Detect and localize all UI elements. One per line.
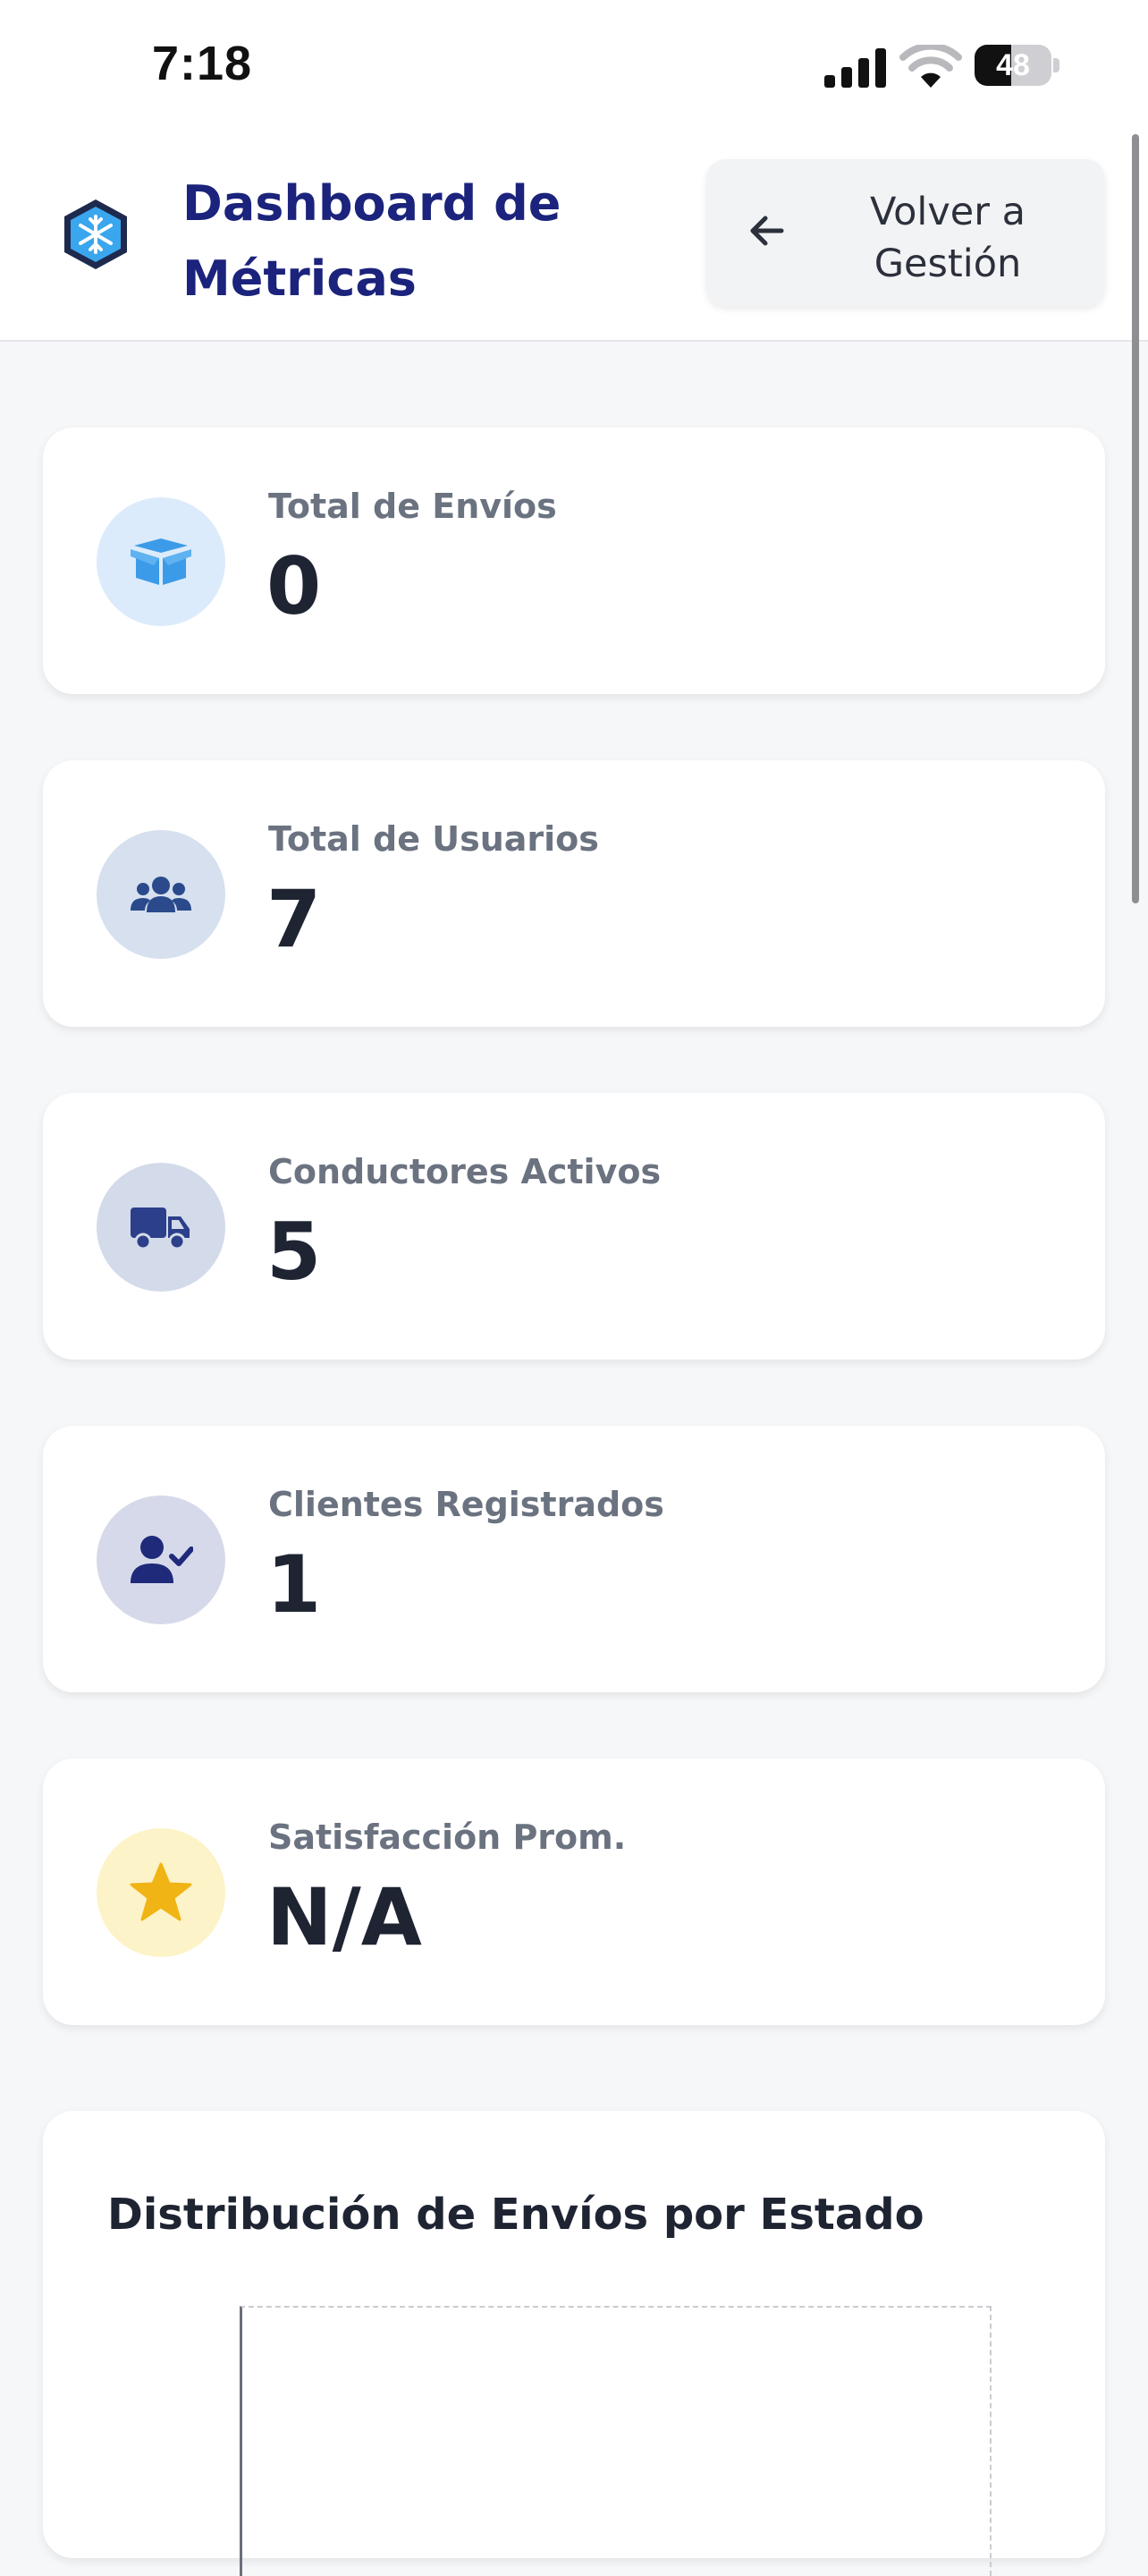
metric-label: Satisfacción Prom.: [268, 1818, 627, 1857]
shipments-status-chart-card: Distribución de Envíos por Estado: [43, 2111, 1105, 2576]
back-to-management-button[interactable]: Volver a Gestión: [706, 159, 1105, 307]
truck-icon: [131, 1208, 190, 1250]
box-open-icon: [131, 538, 191, 585]
metric-value: N/A: [266, 1871, 422, 1963]
metric-card-avg-satisfaction: Satisfacción Prom. N/A: [43, 1758, 1105, 2025]
metric-label: Clientes Registrados: [268, 1485, 664, 1524]
metric-icon-circle: [97, 830, 225, 959]
wifi-icon: [899, 45, 962, 88]
metric-card-total-users: Total de Usuarios 7: [43, 760, 1105, 1027]
users-icon: [131, 877, 191, 912]
battery-percentage: 48: [996, 48, 1030, 82]
metric-card-active-drivers: Conductores Activos 5: [43, 1093, 1105, 1360]
metric-value: 1: [266, 1538, 322, 1631]
back-button-label: Volver a Gestión: [870, 190, 1026, 286]
metric-icon-circle: [97, 1828, 225, 1957]
snowflake-logo-icon: [64, 199, 127, 269]
metric-value: 7: [266, 873, 322, 965]
metric-value: 5: [266, 1206, 322, 1298]
metric-card-total-shipments: Total de Envíos 0: [43, 428, 1105, 694]
metric-label: Conductores Activos: [268, 1152, 662, 1191]
chart-plot-area: [240, 2306, 992, 2576]
metric-card-registered-clients: Clientes Registrados 1: [43, 1426, 1105, 1692]
star-icon: [130, 1862, 192, 1921]
chart-title: Distribución de Envíos por Estado: [107, 2190, 924, 2240]
cellular-signal-icon: [824, 48, 886, 88]
metric-label: Total de Envíos: [268, 487, 557, 526]
app-header: Dashboard de Métricas Volver a Gestión: [0, 134, 1148, 342]
scrollbar[interactable]: [1132, 134, 1139, 903]
status-time: 7:18: [152, 37, 253, 90]
arrow-left-icon: [750, 216, 784, 246]
battery-icon: 48: [975, 45, 1060, 89]
metric-icon-circle: [97, 1496, 225, 1624]
status-bar: 7:18 48: [0, 0, 1148, 134]
user-check-icon: [131, 1536, 193, 1583]
page-title: Dashboard de Métricas: [182, 175, 561, 307]
metric-value: 0: [266, 540, 322, 632]
metric-icon-circle: [97, 497, 225, 626]
metric-icon-circle: [97, 1163, 225, 1292]
metric-label: Total de Usuarios: [268, 819, 599, 859]
